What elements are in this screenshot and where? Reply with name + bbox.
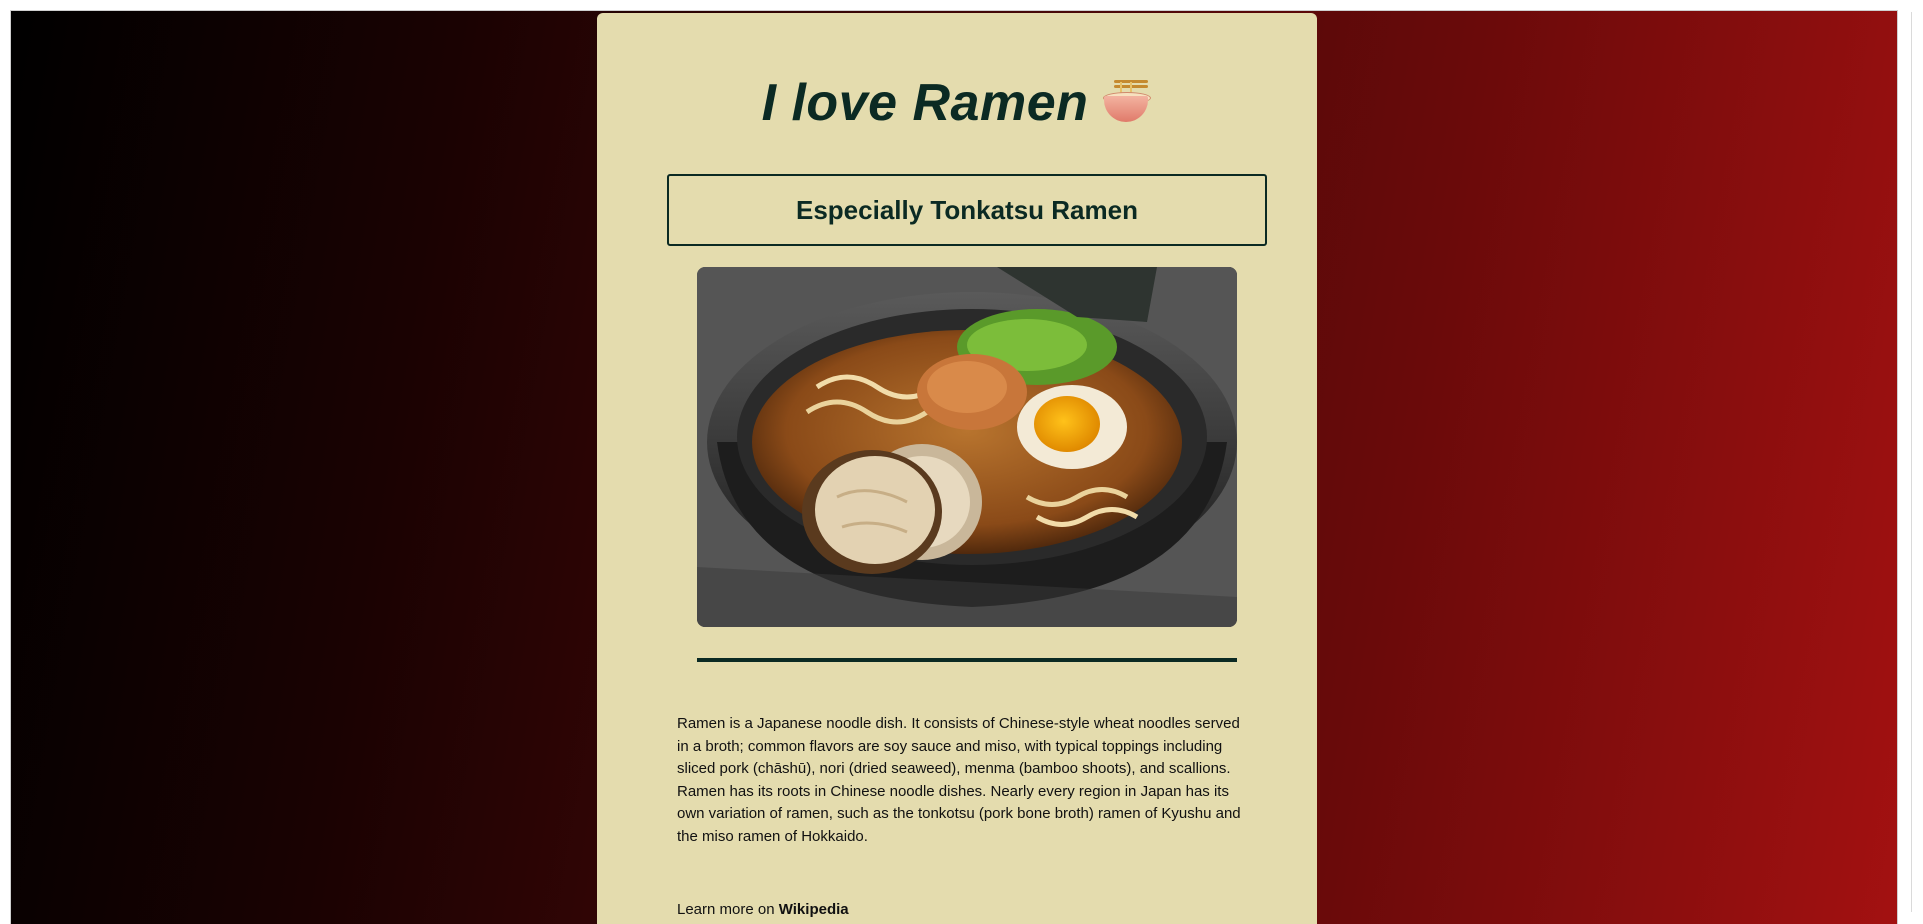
- subtitle-box: Especially Tonkatsu Ramen: [667, 174, 1267, 246]
- scrollbar[interactable]: [1911, 12, 1920, 912]
- ramen-bowl-icon: [1100, 78, 1152, 126]
- divider: [697, 658, 1237, 662]
- ramen-photo: [697, 267, 1237, 627]
- page-background: I love Ramen Especially Tonkatsu Ramen R…: [10, 10, 1898, 924]
- wikipedia-link[interactable]: Wikipedia: [779, 901, 849, 918]
- learn-more-line: Learn more on Wikipedia: [677, 901, 849, 918]
- description-paragraph: Ramen is a Japanese noodle dish. It cons…: [677, 715, 1241, 845]
- content-card: I love Ramen Especially Tonkatsu Ramen R…: [597, 13, 1317, 924]
- subtitle: Especially Tonkatsu Ramen: [796, 194, 1138, 225]
- page-title-text: I love Ramen: [761, 74, 1089, 132]
- page-title: I love Ramen: [597, 77, 1317, 129]
- learn-more-prefix: Learn more on: [677, 901, 775, 918]
- ramen-photo-illustration: [697, 267, 1237, 627]
